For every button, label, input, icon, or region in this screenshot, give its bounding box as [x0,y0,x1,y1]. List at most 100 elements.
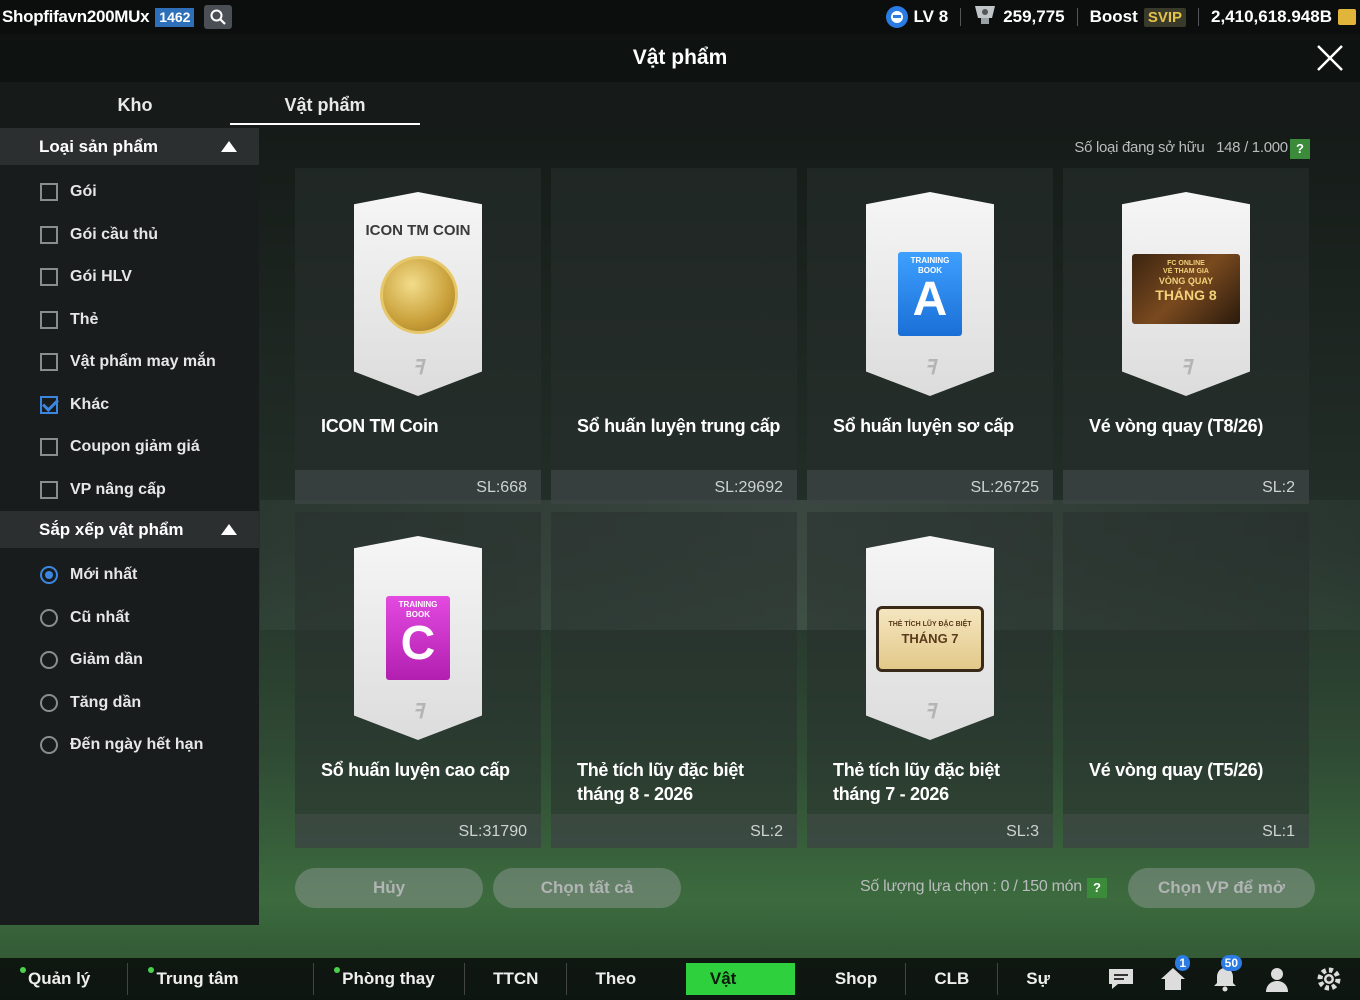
owned-count: Số loại đang sở hữu 148 / 1.000 cái [1074,139,1310,156]
filter-option-label: Gói cầu thủ [70,225,158,243]
checkbox[interactable] [40,480,58,499]
sort-option[interactable]: Cũ nhất [0,597,259,640]
book-letter: C [400,617,436,670]
checkbox[interactable] [40,268,58,287]
nav-trung-tam-nhiem-vu[interactable]: Trung tâm nhiệm vụ [128,963,315,995]
product-type-header[interactable]: Loại sản phẩm [0,128,259,165]
open-items-button[interactable]: Chọn VP để mở [1128,868,1315,908]
sort-option[interactable]: Đến ngày hết hạn [0,724,259,767]
currency-icon [1338,9,1356,25]
nav-shop[interactable]: Shop [807,963,907,995]
chat-icon[interactable] [1104,963,1138,995]
sort-option[interactable]: Tăng dần [0,682,259,725]
item-quantity: SL:1 [1262,823,1295,840]
radio[interactable] [40,651,58,670]
collapse-arrow-icon[interactable] [221,524,237,535]
radio[interactable] [40,693,58,712]
divider [1198,8,1199,26]
nav-phong-thay-do[interactable]: Phòng thay đồ [314,963,466,995]
spin-ticket-icon: FC ONLINE VÉ THAM GIA VÒNG QUAY THÁNG 8 [1132,254,1240,324]
item-name: ICON TM Coin [321,416,439,436]
filter-option[interactable]: Gói cầu thủ [0,214,259,257]
item-art-card: TRAINING BOOK C ꟻ [354,536,482,740]
home-icon[interactable]: 1 [1156,955,1190,995]
item-quantity: SL:3 [1006,823,1039,840]
item-quantity: SL:2 [750,823,783,840]
home-badge: 1 [1175,955,1190,971]
checkbox[interactable] [40,310,58,329]
help-icon[interactable]: ? [1290,139,1310,159]
item-card[interactable]: Sổ huấn luyện trung cấp SL:29692 [551,168,797,504]
search-button[interactable] [204,5,233,29]
tab-vat-pham[interactable]: Vật phẩm [230,82,420,128]
item-name: Sổ huấn luyện sơ cấp [833,416,1014,436]
item-card[interactable]: Thẻ tích lũy đặc biệt tháng 8 - 2026 SL:… [551,512,797,848]
item-card[interactable]: FC ONLINE VÉ THAM GIA VÒNG QUAY THÁNG 8 … [1063,168,1309,504]
item-name: Vé vòng quay (T5/26) [1089,760,1264,780]
fc-logo-icon: ꟻ [924,701,936,723]
item-card[interactable]: THẺ TÍCH LŨY ĐẶC BIỆT THÁNG 7 ꟻ Thẻ tích… [807,512,1053,848]
tab-kho[interactable]: Kho [40,82,230,128]
notification-badge: 50 [1220,955,1242,971]
top-stats: LV 8 259,775 Boost SVIP 2,410,618.948B [885,4,1360,31]
item-art-card: THẺ TÍCH LŨY ĐẶC BIỆT THÁNG 7 ꟻ [866,536,994,740]
item-card[interactable]: TRAINING BOOK C ꟻ Sổ huấn luyện cao cấp … [295,512,541,848]
coin-emblem-icon [380,256,458,334]
filter-option-label: Gói HLV [70,268,132,286]
item-card[interactable]: Vé vòng quay (T5/26) SL:1 [1063,512,1309,848]
checkbox-checked[interactable] [40,395,58,414]
select-all-button[interactable]: Chọn tất cả [493,868,681,908]
radio[interactable] [40,608,58,627]
profile-icon[interactable] [1260,963,1294,995]
page-title: Vật phẩm [632,46,728,69]
nav-vat-pham[interactable]: Vật phẩm [685,963,795,995]
username: Shopfifavn200MUx [2,7,150,26]
ticket-line-text: VÒNG QUAY [1158,276,1214,286]
nav-icon-group: 1 50 [1104,955,1360,995]
filter-option-label: Gói [70,183,97,201]
filter-option[interactable]: Khác [0,384,259,427]
item-name: Vé vòng quay (T8/26) [1089,416,1264,436]
sort-option[interactable]: Mới nhất [0,554,259,597]
nav-ttcn[interactable]: TTCN [465,963,568,995]
item-art-card: ICON TM COIN ꟻ [354,192,482,396]
sort-header[interactable]: Sắp xếp vật phẩm [0,511,259,548]
close-icon[interactable] [1314,42,1346,74]
filter-option[interactable]: Thẻ [0,299,259,342]
item-grid: ICON TM COIN ꟻ ICON TM Coin SL:668 Sổ hu… [295,168,1310,848]
radio-selected[interactable] [40,566,58,585]
item-art-card: TRAINING BOOK A ꟻ [866,192,994,396]
sort-option[interactable]: Giảm dần [0,639,259,682]
filter-option[interactable]: VP nâng cấp [0,469,259,512]
nav-theo-doi[interactable]: Theo dõi [567,963,679,995]
filter-option[interactable]: Coupon giảm giá [0,426,259,469]
settings-gear-icon[interactable] [1312,963,1346,995]
collapse-arrow-icon[interactable] [221,141,237,152]
nav-clb[interactable]: CLB [906,963,999,995]
card-title: ICON TM COIN [365,222,471,239]
cancel-button[interactable]: Hủy [295,868,483,908]
accumulation-card-icon: THẺ TÍCH LŨY ĐẶC BIỆT THÁNG 7 [876,606,984,672]
user-level-badge: 1462 [155,7,195,27]
help-icon[interactable]: ? [1087,878,1107,898]
checkbox[interactable] [40,353,58,372]
nav-quan-ly-ct[interactable]: Quản lý CT [0,963,129,995]
radio[interactable] [40,736,58,755]
filter-option[interactable]: Gói [0,171,259,214]
item-card[interactable]: ICON TM COIN ꟻ ICON TM Coin SL:668 [295,168,541,504]
trophy-icon [973,4,997,31]
filter-option[interactable]: Gói HLV [0,256,259,299]
checkbox[interactable] [40,183,58,202]
bottom-navigation: Quản lý CT Trung tâm nhiệm vụ Phòng thay… [0,955,1360,1000]
balance-value: 2,410,618.948B [1211,7,1332,26]
nav-su-kien[interactable]: Sự kiện [998,963,1104,995]
selection-count: Số lượng lựa chọn : 0 / 150 món [860,878,1082,895]
checkbox[interactable] [40,225,58,244]
item-card[interactable]: TRAINING BOOK A ꟻ Sổ huấn luyện sơ cấp S… [807,168,1053,504]
ticket-brand: FC ONLINE [1167,260,1205,267]
checkbox[interactable] [40,438,58,457]
book-label: TRAINING BOOK [398,600,438,619]
item-name: Thẻ tích lũy đặc biệt tháng 7 - 2026 [833,760,1000,804]
filter-option[interactable]: Vật phẩm may mắn [0,341,259,384]
bell-icon[interactable]: 50 [1208,955,1242,995]
